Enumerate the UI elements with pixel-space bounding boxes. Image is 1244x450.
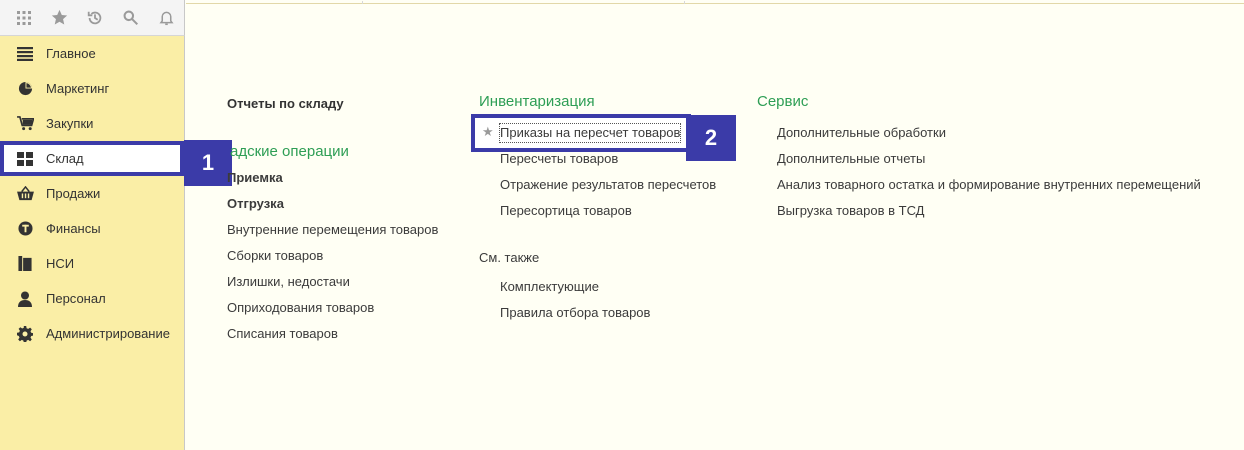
- basket-icon: [16, 185, 34, 203]
- components-link[interactable]: Комплектующие: [500, 274, 650, 300]
- shipment-link[interactable]: Отгрузка: [227, 191, 477, 217]
- write-offs-link[interactable]: Списания товаров: [227, 321, 477, 347]
- sidebar-item-label: Главное: [46, 46, 96, 61]
- sidebar-item-main[interactable]: Главное: [0, 36, 184, 71]
- internal-transfers-link[interactable]: Внутренние перемещения товаров: [227, 217, 477, 243]
- sidebar-item-warehouse[interactable]: Склад: [0, 141, 184, 176]
- pie-chart-icon: [16, 80, 34, 98]
- sidebar-item-label: Финансы: [46, 221, 101, 236]
- sidebar-item-label: НСИ: [46, 256, 75, 271]
- callout-marker-1: 1: [184, 140, 232, 186]
- sidebar-item-personnel[interactable]: Персонал: [0, 281, 184, 316]
- warehouse-grid-icon: [16, 150, 34, 168]
- cart-icon: [16, 115, 34, 133]
- sidebar-item-administration[interactable]: Администрирование: [0, 316, 184, 351]
- surplus-shortage-link[interactable]: Излишки, недостачи: [227, 269, 477, 295]
- sidebar-item-label: Склад: [46, 151, 84, 166]
- person-icon: [16, 290, 34, 308]
- inventory-heading: Инвентаризация: [479, 93, 595, 110]
- sidebar-item-label: Продажи: [46, 186, 101, 201]
- history-icon[interactable]: [77, 0, 113, 36]
- receipt-link[interactable]: Приемка: [227, 165, 477, 191]
- favorites-star-icon[interactable]: [42, 0, 78, 36]
- inventory-links: Пересчеты товаров Отражение результатов …: [500, 146, 716, 224]
- stock-analysis-link[interactable]: Анализ товарного остатка и формирование …: [777, 172, 1201, 198]
- selection-rules-link[interactable]: Правила отбора товаров: [500, 300, 650, 326]
- sidebar-item-purchases[interactable]: Закупки: [0, 106, 184, 141]
- see-also-links: Комплектующие Правила отбора товаров: [500, 274, 650, 326]
- see-also-heading: См. также: [479, 250, 540, 265]
- recounts-link[interactable]: Пересчеты товаров: [500, 146, 716, 172]
- assemblies-link[interactable]: Сборки товаров: [227, 243, 477, 269]
- search-icon[interactable]: [113, 0, 149, 36]
- top-toolbar: [0, 0, 185, 36]
- gear-icon: [16, 325, 34, 343]
- warehouse-column: Отчеты по складу адские операции Приемка…: [227, 96, 477, 347]
- sidebar-item-label: Персонал: [46, 291, 106, 306]
- favorite-star-icon[interactable]: ★: [482, 124, 494, 140]
- warehouse-operations-heading: адские операции: [230, 143, 349, 160]
- sidebar-item-label: Маркетинг: [46, 81, 110, 96]
- additional-processing-link[interactable]: Дополнительные обработки: [777, 120, 1201, 146]
- top-border: [186, 1, 1244, 4]
- recount-results-link[interactable]: Отражение результатов пересчетов: [500, 172, 716, 198]
- sidebar-item-label: Администрирование: [46, 326, 170, 341]
- service-links: Дополнительные обработки Дополнительные …: [777, 120, 1201, 224]
- regrading-link[interactable]: Пересортица товаров: [500, 198, 716, 224]
- menu-lines-icon: [16, 45, 34, 63]
- sidebar-item-marketing[interactable]: Маркетинг: [0, 71, 184, 106]
- reports-link[interactable]: Отчеты по складу: [227, 96, 477, 112]
- additional-reports-link[interactable]: Дополнительные отчеты: [777, 146, 1201, 172]
- recount-orders-link[interactable]: Приказы на пересчет товаров: [500, 125, 680, 140]
- finance-coin-icon: [16, 220, 34, 238]
- receipts-posting-link[interactable]: Оприходования товаров: [227, 295, 477, 321]
- reference-data-icon: [16, 255, 34, 273]
- tsd-export-link[interactable]: Выгрузка товаров в ТСД: [777, 198, 1201, 224]
- sidebar-item-finance[interactable]: Финансы: [0, 211, 184, 246]
- sidebar-item-sales[interactable]: Продажи: [0, 176, 184, 211]
- apps-grid-icon[interactable]: [6, 0, 42, 36]
- notifications-bell-icon[interactable]: [148, 0, 184, 36]
- service-heading: Сервис: [757, 93, 809, 110]
- sidebar-item-label: Закупки: [46, 116, 94, 131]
- sections-sidebar: Главное Маркетинг Закупки Склад Продажи …: [0, 36, 185, 450]
- sidebar-item-reference-data[interactable]: НСИ: [0, 246, 184, 281]
